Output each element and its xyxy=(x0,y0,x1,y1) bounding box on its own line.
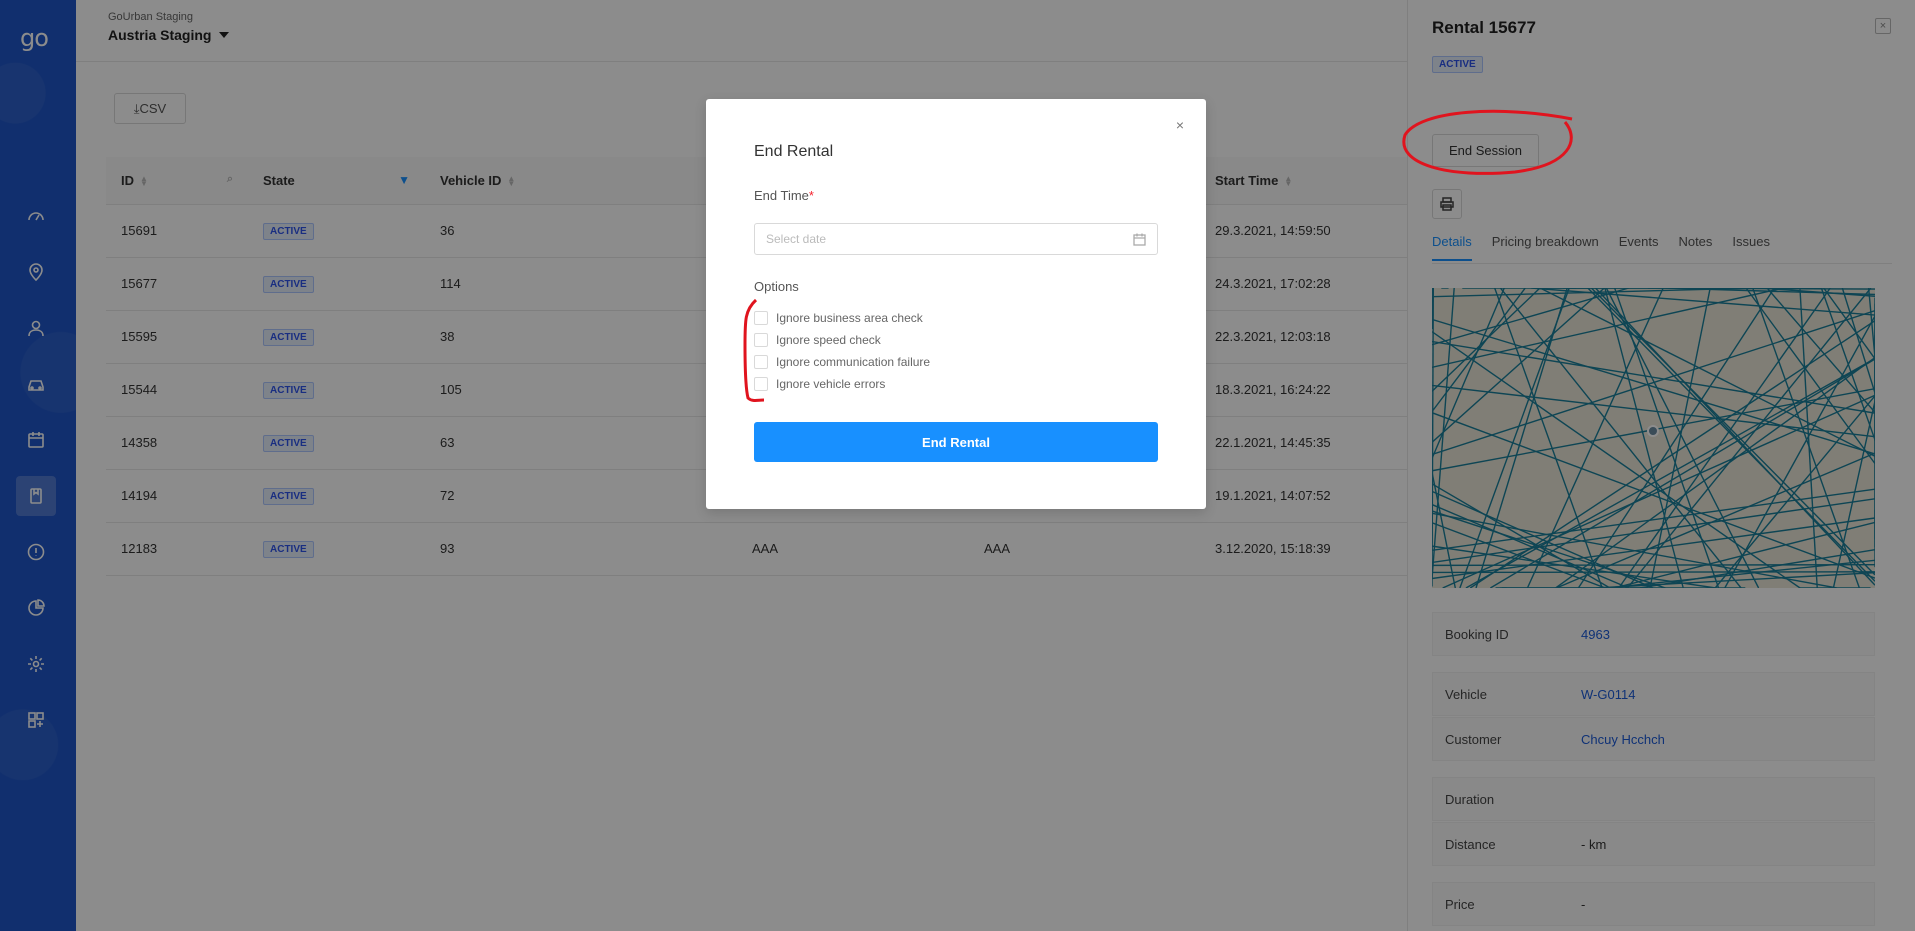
calendar-icon xyxy=(1133,233,1146,246)
option-ignore-communication[interactable]: Ignore communication failure xyxy=(754,355,930,369)
close-icon[interactable]: × xyxy=(1176,117,1184,133)
checkbox[interactable] xyxy=(754,333,768,347)
option-ignore-speed[interactable]: Ignore speed check xyxy=(754,333,881,347)
options-label: Options xyxy=(754,279,799,294)
end-time-label: End Time* xyxy=(754,188,814,203)
required-mark: * xyxy=(808,188,814,203)
option-ignore-business-area[interactable]: Ignore business area check xyxy=(754,311,923,325)
checkbox[interactable] xyxy=(754,377,768,391)
end-rental-modal: × End Rental End Time* Select date Optio… xyxy=(706,99,1206,509)
end-rental-submit-button[interactable]: End Rental xyxy=(754,422,1158,462)
option-ignore-vehicle-errors[interactable]: Ignore vehicle errors xyxy=(754,377,885,391)
modal-title: End Rental xyxy=(754,143,834,160)
date-placeholder: Select date xyxy=(766,232,827,246)
checkbox[interactable] xyxy=(754,311,768,325)
end-time-date-picker[interactable]: Select date xyxy=(754,223,1158,255)
checkbox[interactable] xyxy=(754,355,768,369)
